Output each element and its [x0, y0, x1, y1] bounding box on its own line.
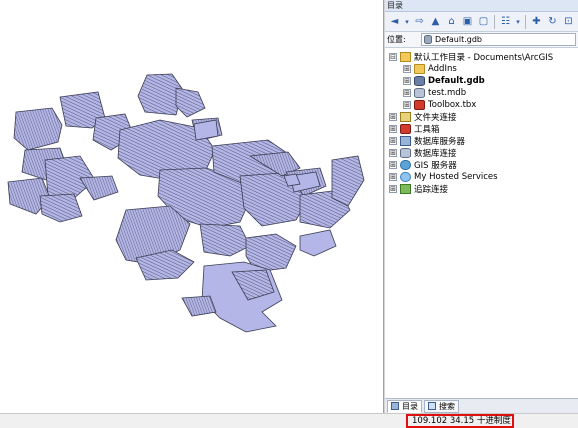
tree-item-label: 数据库连接	[414, 149, 457, 159]
folder-icon	[414, 64, 425, 74]
tree-item-toolboxes[interactable]: ⊞ 工具箱	[385, 123, 578, 135]
location-bar: 位置: Default.gdb	[385, 32, 578, 48]
dropdown-arrow-icon[interactable]: ▾	[403, 14, 411, 29]
tree-item-database-connections[interactable]: ⊞ 数据库连接	[385, 147, 578, 159]
expand-icon[interactable]: ⊞	[403, 77, 411, 85]
view-toggle-icon[interactable]: ☷	[498, 14, 513, 29]
tree-item-default-gdb[interactable]: ⊞ Default.gdb	[385, 75, 578, 87]
expand-icon[interactable]: ⊞	[389, 185, 397, 193]
tab-catalog[interactable]: 目录	[387, 399, 422, 413]
tree-item-test-mdb[interactable]: ⊞ test.mdb	[385, 87, 578, 99]
catalog-icon	[391, 402, 399, 410]
expand-icon[interactable]: ⊞	[389, 125, 397, 133]
tree-item-label: 默认工作目录 - Documents\ArcGIS	[414, 53, 554, 63]
catalog-title: 目录	[385, 0, 578, 12]
connect-folder-icon[interactable]: ▣	[460, 14, 475, 29]
tab-label: 目录	[402, 401, 418, 411]
tracking-connection-icon	[400, 184, 411, 194]
location-value: Default.gdb	[435, 35, 483, 44]
collapse-icon[interactable]: ⊟	[389, 53, 397, 61]
folder-connection-icon	[400, 112, 411, 122]
parcel-block	[199, 223, 251, 257]
back-arrow-icon[interactable]: ◄	[387, 14, 402, 29]
expand-icon[interactable]: ⊞	[389, 173, 397, 181]
tree-item-addins[interactable]: ⊞ AddIns	[385, 63, 578, 75]
catalog-tree: ⊟ 默认工作目录 - Documents\ArcGIS ⊞ AddIns ⊞ D…	[385, 48, 578, 195]
catalog-tab-bar: 目录 搜索	[385, 398, 578, 413]
tree-item-label: 工具箱	[414, 125, 440, 135]
home-icon[interactable]: ⌂	[444, 14, 459, 29]
tree-item-label: My Hosted Services	[414, 172, 498, 182]
geodatabase-icon	[414, 76, 425, 86]
expand-icon[interactable]: ⊞	[389, 113, 397, 121]
tree-item-label: Toolbox.tbx	[428, 100, 477, 110]
parcel-block	[193, 119, 219, 141]
tab-search[interactable]: 搜索	[424, 399, 459, 413]
new-folder-icon[interactable]: ✚	[529, 14, 544, 29]
location-label: 位置:	[387, 35, 406, 44]
refresh-icon[interactable]: ↻	[545, 14, 560, 29]
tree-item-gis-servers[interactable]: ⊞ GIS 服务器	[385, 159, 578, 171]
view-dropdown-icon[interactable]: ▾	[514, 14, 522, 29]
tree-item-database-servers[interactable]: ⊞ 数据库服务器	[385, 135, 578, 147]
database-connection-icon	[400, 148, 411, 158]
status-bar: 109.102 34.15 十进制度	[0, 413, 578, 428]
personal-geodatabase-icon	[414, 88, 425, 98]
tree-item-label: AddIns	[428, 64, 457, 74]
expand-icon[interactable]: ⊞	[403, 101, 411, 109]
parcel-block	[331, 155, 365, 207]
parcel-block	[13, 107, 63, 151]
search-icon	[428, 402, 436, 410]
expand-icon[interactable]: ⊞	[389, 149, 397, 157]
parcel-block	[299, 229, 337, 257]
parcel-map	[7, 73, 365, 333]
tree-item-folder-connections[interactable]: ⊞ 文件夹连接	[385, 111, 578, 123]
toolbox-icon	[414, 100, 425, 110]
tree-item-toolbox-tbx[interactable]: ⊞ Toolbox.tbx	[385, 99, 578, 111]
catalog-window: 目录 ◄ ▾ ⇨ ▲ ⌂ ▣ ▢ ☷ ▾ ✚ ↻ ⊡ 位置: Default.g…	[385, 0, 578, 413]
coordinate-readout: 109.102 34.15 十进制度	[406, 414, 514, 428]
expand-icon[interactable]: ⊞	[389, 137, 397, 145]
tree-item-label: Default.gdb	[428, 76, 485, 86]
toolbox-icon	[400, 124, 411, 134]
parcel-block	[39, 193, 83, 223]
tree-item-label: 数据库服务器	[414, 137, 466, 147]
tree-item-label: GIS 服务器	[414, 161, 457, 171]
disconnect-folder-icon[interactable]: ▢	[476, 14, 491, 29]
parcel-block	[175, 87, 206, 118]
tree-item-label: 文件夹连接	[414, 113, 457, 123]
parcel-block	[181, 295, 217, 317]
tab-label: 搜索	[439, 401, 455, 411]
catalog-toolbar: ◄ ▾ ⇨ ▲ ⌂ ▣ ▢ ☷ ▾ ✚ ↻ ⊡	[385, 12, 578, 32]
geodatabase-icon	[424, 35, 432, 44]
expand-icon[interactable]: ⊞	[403, 65, 411, 73]
forward-arrow-icon[interactable]: ⇨	[412, 14, 427, 29]
gis-server-icon	[400, 160, 411, 170]
tree-item-home-folder[interactable]: ⊟ 默认工作目录 - Documents\ArcGIS	[385, 51, 578, 63]
options-icon[interactable]: ⊡	[561, 14, 576, 29]
expand-icon[interactable]: ⊞	[389, 161, 397, 169]
hosted-services-icon	[400, 172, 411, 182]
tree-item-label: 追踪连接	[414, 185, 449, 195]
toolbar-separator	[525, 14, 526, 29]
home-folder-icon	[400, 52, 411, 62]
location-input[interactable]: Default.gdb	[421, 33, 576, 46]
expand-icon[interactable]: ⊞	[403, 89, 411, 97]
folder-up-icon[interactable]: ▲	[428, 14, 443, 29]
toolbar-separator	[494, 14, 495, 29]
database-server-icon	[400, 136, 411, 146]
map-view[interactable]	[0, 0, 383, 413]
tree-item-label: test.mdb	[428, 88, 467, 98]
tree-item-hosted-services[interactable]: ⊞ My Hosted Services	[385, 171, 578, 183]
tree-item-tracking-connections[interactable]: ⊞ 追踪连接	[385, 183, 578, 195]
